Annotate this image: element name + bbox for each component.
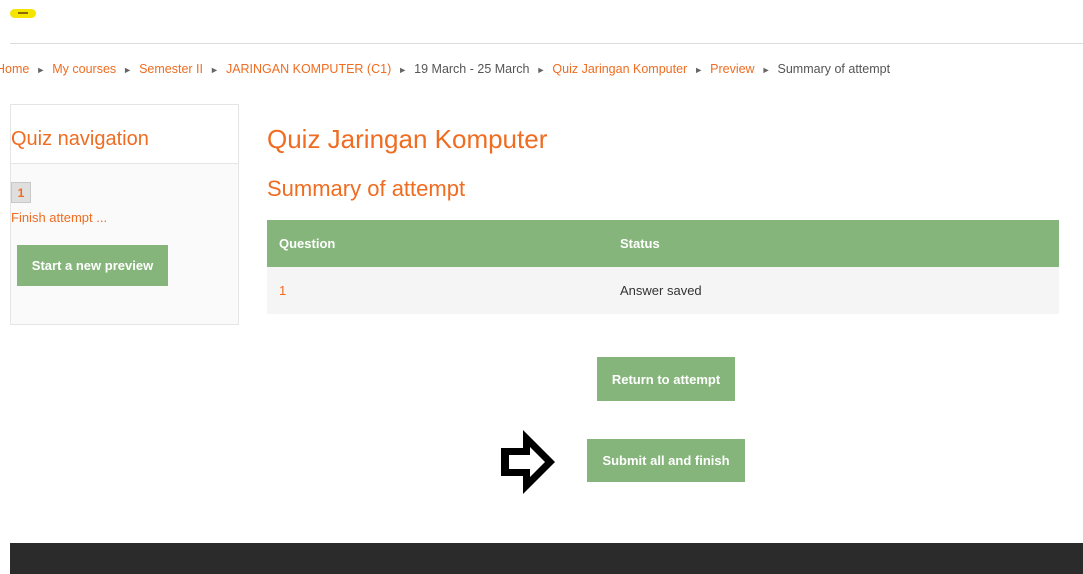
- breadcrumb-semester[interactable]: Semester II: [139, 62, 203, 76]
- start-new-preview-button[interactable]: Start a new preview: [17, 245, 168, 286]
- right-arrow-icon: [501, 430, 555, 494]
- summary-table: Question Status 1 Answer saved: [267, 220, 1059, 314]
- breadcrumb: Home ► My courses ► Semester II ► JARINGAN KOM…: [0, 62, 1083, 82]
- question-nav-button-1[interactable]: 1: [11, 182, 31, 203]
- breadcrumb-my-courses[interactable]: My courses: [52, 62, 116, 76]
- page: Home ► My courses ► Semester II ► JARINGAN KOM…: [0, 0, 1083, 574]
- header-divider: [10, 43, 1083, 44]
- breadcrumb-home[interactable]: Home: [0, 62, 29, 76]
- breadcrumb-current: Summary of attempt: [777, 62, 891, 76]
- question-status: Answer saved: [608, 267, 1059, 314]
- breadcrumb-preview[interactable]: Preview: [710, 62, 754, 76]
- table-header-row: Question Status: [267, 220, 1059, 267]
- breadcrumb-week: 19 March - 25 March: [414, 62, 530, 76]
- submit-all-and-finish-button[interactable]: Submit all and finish: [587, 439, 745, 482]
- breadcrumb-separator-icon: ►: [210, 65, 219, 75]
- breadcrumb-quiz[interactable]: Quiz Jaringan Komputer: [552, 62, 687, 76]
- table-row: 1 Answer saved: [267, 267, 1059, 314]
- return-to-attempt-button[interactable]: Return to attempt: [597, 357, 735, 401]
- quiz-navigation-block: Quiz navigation 1 Finish attempt ... Sta…: [10, 104, 239, 325]
- column-header-status: Status: [608, 220, 1059, 267]
- breadcrumb-separator-icon: ►: [36, 65, 46, 75]
- question-number-link[interactable]: 1: [267, 267, 608, 314]
- column-header-question: Question: [267, 220, 608, 267]
- page-footer: [10, 543, 1083, 574]
- summary-heading: Summary of attempt: [267, 176, 466, 201]
- finish-attempt-link[interactable]: Finish attempt ...: [11, 210, 107, 225]
- quiz-title: Quiz Jaringan Komputer: [267, 124, 548, 154]
- breadcrumb-separator-icon: ►: [761, 65, 771, 75]
- breadcrumb-separator-icon: ►: [123, 65, 133, 75]
- logo-mark: [18, 12, 28, 14]
- breadcrumb-separator-icon: ►: [398, 65, 408, 75]
- breadcrumb-separator-icon: ►: [536, 65, 546, 75]
- quiz-navigation-title: Quiz navigation: [11, 128, 149, 150]
- breadcrumb-course[interactable]: JARINGAN KOMPUTER (C1): [226, 62, 391, 76]
- breadcrumb-separator-icon: ►: [694, 65, 704, 75]
- site-logo[interactable]: [10, 9, 36, 18]
